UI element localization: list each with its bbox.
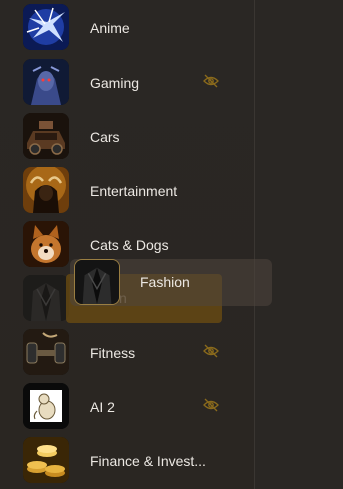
category-label: Fitness	[90, 345, 136, 361]
category-item-finance[interactable]: Finance & Invest...	[0, 434, 254, 488]
category-thumbnail	[23, 329, 69, 375]
eye-off-icon[interactable]	[203, 344, 219, 358]
dragged-category-label: Fashion	[140, 274, 190, 290]
category-thumbnail	[23, 4, 69, 50]
eye-off-icon[interactable]	[203, 398, 219, 412]
category-item-entertainment[interactable]: Entertainment	[0, 164, 254, 218]
eye-off-icon[interactable]	[203, 74, 219, 88]
category-thumbnail	[23, 167, 69, 213]
category-list-panel: Anime Gaming Cars Entertainment Cats & D…	[0, 0, 254, 489]
category-thumbnail	[23, 221, 69, 267]
category-label: Finance & Invest...	[90, 453, 206, 469]
category-thumbnail	[23, 59, 69, 105]
category-thumbnail	[23, 275, 69, 321]
content-pane	[255, 0, 343, 489]
category-label: Entertainment	[90, 183, 178, 199]
category-item-ai-2[interactable]: AI 2	[0, 380, 254, 434]
dragged-category-thumbnail	[74, 259, 120, 305]
category-item-gaming[interactable]: Gaming	[0, 56, 254, 110]
category-thumbnail	[23, 437, 69, 483]
category-label: AI 2	[90, 399, 115, 415]
category-label: Anime	[90, 20, 130, 36]
category-item-cars[interactable]: Cars	[0, 110, 254, 164]
category-label: Gaming	[90, 75, 140, 91]
category-item-anime[interactable]: Anime	[0, 1, 254, 55]
category-thumbnail	[23, 383, 69, 429]
category-item-fitness[interactable]: Fitness	[0, 326, 254, 380]
category-label: Cars	[90, 129, 120, 145]
category-thumbnail	[23, 113, 69, 159]
